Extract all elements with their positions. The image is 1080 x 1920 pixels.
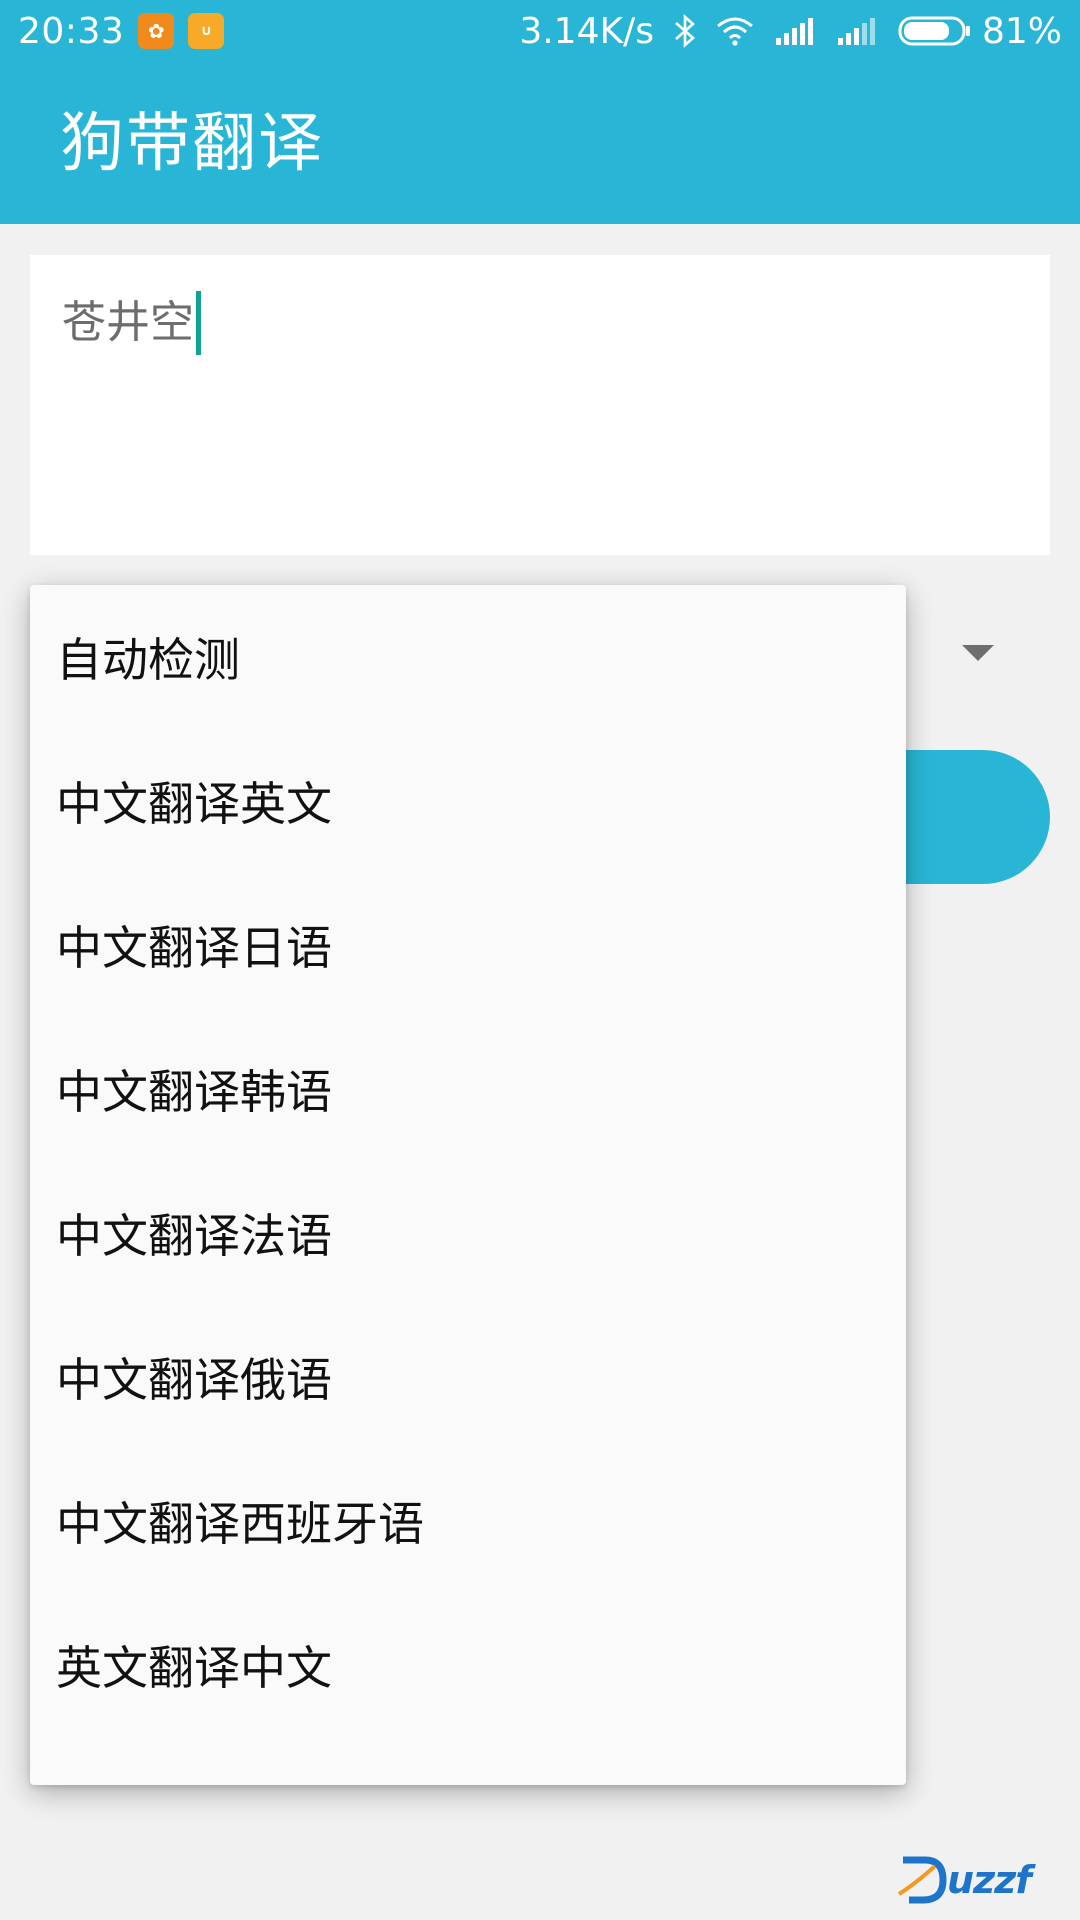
watermark-logo: uzzf — [895, 1850, 1075, 1910]
dropdown-option-zh-en[interactable]: 中文翻译英文 — [30, 729, 906, 873]
wifi-icon — [716, 16, 754, 46]
language-dropdown-popup: 自动检测 中文翻译英文 中文翻译日语 中文翻译韩语 中文翻译法语 中文翻译俄语 … — [30, 585, 906, 1785]
battery-icon — [898, 16, 970, 46]
net-speed: 3.14K/s — [519, 10, 654, 52]
status-right: 3.14K/s 81% — [519, 11, 1062, 52]
dropdown-option-en-zh[interactable]: 英文翻译中文 — [30, 1593, 906, 1737]
dropdown-arrow-icon[interactable] — [962, 645, 994, 661]
screen: 20:33 ✿ ∪ 3.14K/s 81% 狗带翻译 苍井空 自动检测 中文翻译… — [0, 0, 1080, 1920]
source-text-input[interactable]: 苍井空 — [30, 255, 1050, 555]
dropdown-option-zh-ko[interactable]: 中文翻译韩语 — [30, 1017, 906, 1161]
signal-icon — [774, 16, 816, 46]
mi-store-icon: ∪ — [188, 13, 225, 49]
dropdown-option-auto-detect[interactable]: 自动检测 — [30, 585, 906, 729]
battery-percent: 81% — [981, 10, 1062, 52]
text-caret — [196, 291, 201, 355]
uc-browser-icon: ✿ — [138, 13, 175, 49]
dropdown-option-zh-fr[interactable]: 中文翻译法语 — [30, 1161, 906, 1305]
app-title: 狗带翻译 — [60, 107, 324, 181]
bluetooth-icon — [674, 14, 696, 48]
watermark-text: uzzf — [947, 1858, 1032, 1902]
source-text-value: 苍井空 — [62, 297, 194, 348]
signal-icon — [836, 16, 878, 46]
app-bar: 狗带翻译 — [0, 62, 1080, 224]
status-time: 20:33 — [18, 10, 125, 52]
dropdown-option-zh-ja[interactable]: 中文翻译日语 — [30, 873, 906, 1017]
dropdown-option-zh-ru[interactable]: 中文翻译俄语 — [30, 1305, 906, 1449]
watermark-logo-icon — [897, 1856, 947, 1904]
dropdown-option-zh-es[interactable]: 中文翻译西班牙语 — [30, 1449, 906, 1593]
status-bar: 20:33 ✿ ∪ 3.14K/s 81% — [0, 0, 1080, 62]
battery: 81% — [898, 11, 1062, 52]
